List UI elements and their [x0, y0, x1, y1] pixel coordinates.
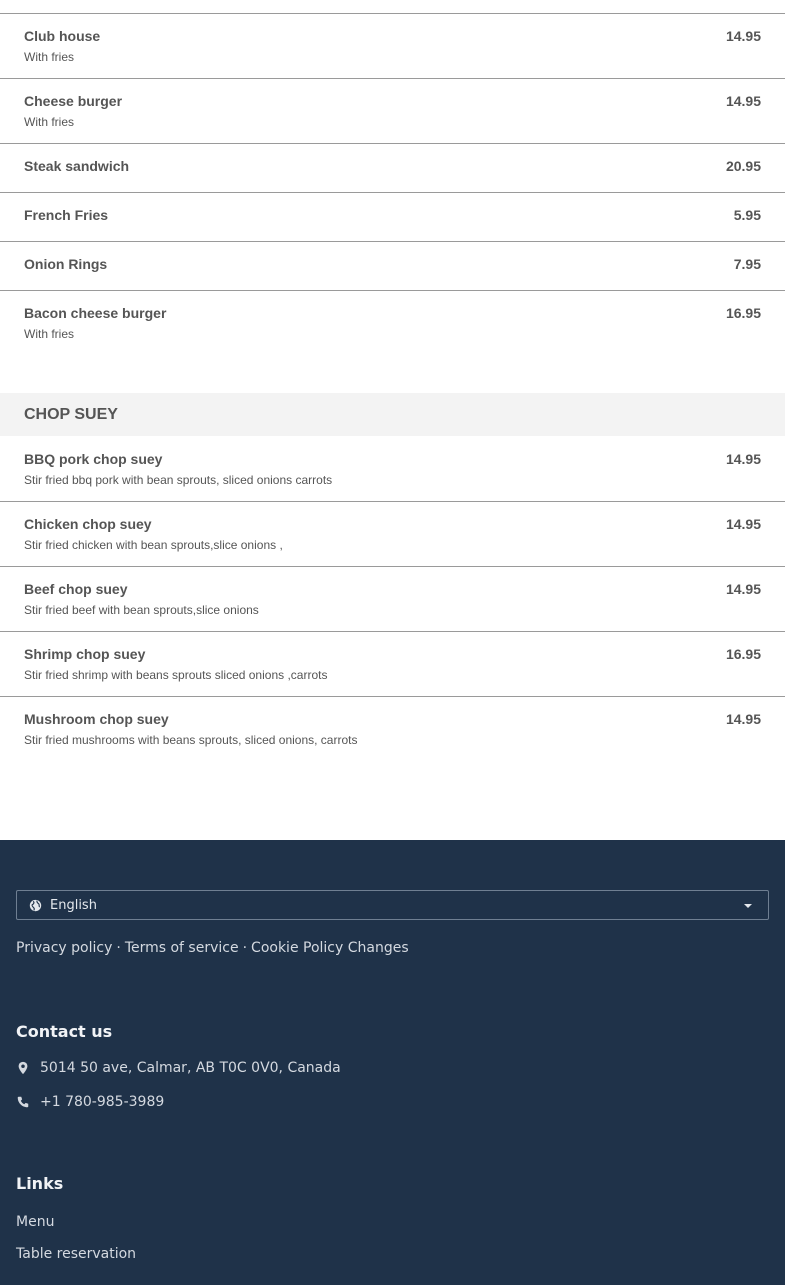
item-name: Bacon cheese burger	[24, 305, 167, 321]
item-price: 14.95	[725, 516, 761, 532]
separator: ·	[242, 940, 248, 956]
phone-row: +1 780-985-3989	[16, 1094, 316, 1112]
item-price: 16.95	[725, 646, 761, 662]
item-name: Steak sandwich	[24, 158, 130, 174]
language-select-value: English	[50, 898, 97, 913]
item-name: Shrimp chop suey	[24, 646, 146, 662]
item-description: Stir fried chicken with bean sprouts,sli…	[24, 538, 283, 552]
menu-item[interactable]: Bacon cheese burger 16.95 With fries	[0, 291, 785, 355]
item-description: With fries	[24, 50, 75, 64]
item-price: 16.95	[725, 305, 761, 321]
separator: ·	[116, 940, 121, 956]
menu-item[interactable]: Onion Rings 7.95	[0, 242, 785, 290]
item-price: 20.95	[725, 158, 761, 174]
menu-item[interactable]: Steak sandwich 20.95	[0, 144, 785, 192]
item-description: With fries	[24, 327, 75, 341]
item-price: 14.95	[725, 711, 761, 727]
menu-item[interactable]: BBQ pork chop suey 14.95 Stir fried bbq …	[0, 437, 785, 501]
address-text[interactable]: 5014 50 ave, Calmar, AB T0C 0V0, Canada	[40, 1060, 341, 1077]
menu-item[interactable]: Chicken chop suey 14.95 Stir fried chick…	[0, 502, 785, 566]
section-header-chop-suey: CHOP SUEY	[0, 393, 785, 436]
contact-heading: Contact us	[16, 1022, 113, 1041]
site-footer: English Privacy policy · Terms of service ·…	[0, 840, 785, 1285]
menu-item[interactable]: French Fries 5.95	[0, 193, 785, 241]
language-select[interactable]: English	[16, 890, 769, 920]
item-description: Stir fried shrimp with beans sprouts sli…	[24, 668, 328, 682]
item-name: BBQ pork chop suey	[24, 451, 163, 467]
cookie-policy-link[interactable]: Cookie Policy Changes	[251, 940, 409, 956]
table-reservation-link[interactable]: Table reservation	[16, 1246, 136, 1263]
item-price: 5.95	[733, 207, 761, 223]
item-description: Stir fried mushrooms with beans sprouts,…	[24, 733, 358, 747]
chevron-down-icon	[744, 904, 752, 908]
item-name: Onion Rings	[24, 256, 108, 272]
item-name: Mushroom chop suey	[24, 711, 169, 727]
menu-item[interactable]: Cheese burger 14.95 With fries	[0, 79, 785, 143]
item-description: Stir fried beef with bean sprouts,slice …	[24, 603, 259, 617]
address-row: 5014 50 ave, Calmar, AB T0C 0V0, Canada	[16, 1060, 416, 1078]
terms-of-service-link[interactable]: Terms of service	[125, 940, 239, 956]
privacy-policy-link[interactable]: Privacy policy	[16, 940, 112, 956]
menu-link[interactable]: Menu	[16, 1214, 54, 1231]
item-price: 7.95	[733, 256, 761, 272]
globe-icon	[29, 899, 42, 912]
item-name: Club house	[24, 28, 101, 44]
menu-item[interactable]: Club house 14.95 With fries	[0, 14, 785, 78]
map-pin-icon	[18, 1061, 28, 1075]
item-name: Cheese burger	[24, 93, 123, 109]
item-name: Beef chop suey	[24, 581, 128, 597]
menu-item[interactable]: Mushroom chop suey 14.95 Stir fried mush…	[0, 697, 785, 761]
links-heading: Links	[16, 1174, 64, 1193]
item-price: 14.95	[725, 93, 761, 109]
menu-item[interactable]: Shrimp chop suey 16.95 Stir fried shrimp…	[0, 632, 785, 696]
phone-text[interactable]: +1 780-985-3989	[40, 1094, 164, 1111]
menu-item[interactable]: Beef chop suey 14.95 Stir fried beef wit…	[0, 567, 785, 631]
policy-links: Privacy policy · Terms of service · Cookie P…	[16, 940, 409, 957]
item-description: Stir fried bbq pork with bean sprouts, s…	[24, 473, 333, 487]
item-price: 14.95	[725, 581, 761, 597]
item-name: Chicken chop suey	[24, 516, 152, 532]
item-name: French Fries	[24, 207, 109, 223]
item-price: 14.95	[725, 451, 761, 467]
phone-icon	[17, 1096, 29, 1108]
item-description: With fries	[24, 115, 75, 129]
item-price: 14.95	[725, 28, 761, 44]
section-title: CHOP SUEY	[24, 406, 118, 423]
